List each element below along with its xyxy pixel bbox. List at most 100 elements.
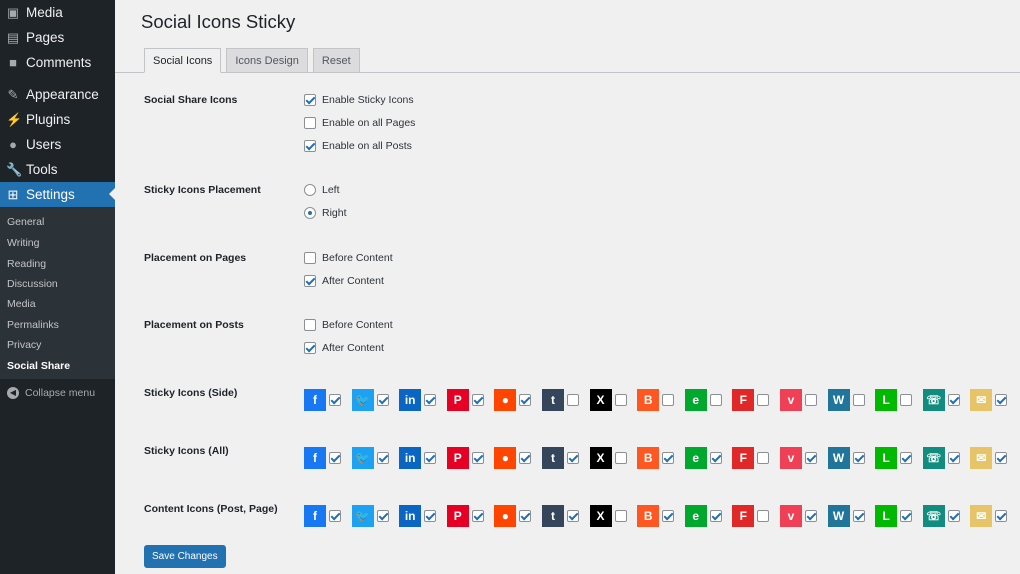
whatsapp-checkbox[interactable] (947, 394, 960, 406)
pages-after-content-checkbox[interactable] (304, 275, 316, 287)
menu-media[interactable]: ▣ Media (0, 0, 115, 25)
menu-tools[interactable]: 🔧 Tools (0, 157, 115, 182)
reddit-checkbox[interactable] (519, 452, 532, 464)
x-checkbox[interactable] (614, 510, 627, 522)
twitter-icon: 🐦 (351, 505, 374, 527)
tumblr-item: t (541, 447, 590, 469)
tab-social-icons[interactable]: Social Icons (144, 48, 222, 73)
facebook-checkbox[interactable] (329, 394, 341, 406)
whatsapp-checkbox[interactable] (947, 452, 960, 464)
reddit-checkbox[interactable] (519, 394, 532, 406)
pages-before-content-option[interactable]: Before Content (304, 252, 393, 264)
enable-all-pages-option[interactable]: Enable on all Pages (304, 117, 415, 129)
wordpress-checkbox[interactable] (852, 510, 865, 522)
flipboard-item: F (732, 389, 780, 411)
linkedin-checkbox[interactable] (424, 452, 437, 464)
twitter-checkbox[interactable] (376, 394, 389, 406)
x-checkbox[interactable] (614, 452, 627, 464)
evernote-item: e (684, 505, 733, 527)
placement-left-option[interactable]: Left (304, 184, 340, 196)
posts-before-content-option[interactable]: Before Content (304, 319, 393, 331)
wordpress-checkbox[interactable] (852, 394, 865, 406)
email-checkbox[interactable] (995, 510, 1008, 522)
pages-before-content-checkbox[interactable] (304, 252, 316, 264)
whatsapp-checkbox[interactable] (947, 510, 960, 522)
pocket-checkbox[interactable] (804, 452, 817, 464)
submenu-discussion[interactable]: Discussion (7, 278, 58, 290)
tumblr-icon: t (541, 389, 564, 411)
wordpress-item: W (827, 505, 876, 527)
submenu-media[interactable]: Media (7, 298, 36, 310)
posts-after-content-checkbox[interactable] (304, 342, 316, 354)
linkedin-checkbox[interactable] (424, 394, 437, 406)
flipboard-checkbox[interactable] (757, 394, 770, 406)
submenu-writing[interactable]: Writing (7, 237, 39, 249)
tab-reset[interactable]: Reset (312, 48, 360, 73)
enable-sticky-icons-checkbox[interactable] (304, 94, 316, 106)
twitter-checkbox[interactable] (376, 510, 389, 522)
facebook-checkbox[interactable] (329, 452, 341, 464)
enable-all-posts-checkbox[interactable] (304, 140, 316, 152)
evernote-checkbox[interactable] (709, 394, 722, 406)
tumblr-checkbox[interactable] (566, 394, 579, 406)
collapse-menu-button[interactable]: ◀ Collapse menu (7, 387, 95, 399)
pocket-checkbox[interactable] (804, 510, 817, 522)
menu-comments[interactable]: ■ Comments (0, 50, 115, 75)
enable-all-posts-option[interactable]: Enable on all Posts (304, 140, 412, 152)
blogger-checkbox[interactable] (662, 510, 675, 522)
whatsapp-icon: ☏ (922, 389, 945, 411)
flipboard-checkbox[interactable] (757, 452, 770, 464)
posts-after-content-option[interactable]: After Content (304, 342, 384, 354)
menu-plugins[interactable]: ⚡ Plugins (0, 107, 115, 132)
line-checkbox[interactable] (900, 394, 913, 406)
submenu-reading[interactable]: Reading (7, 258, 46, 270)
line-checkbox[interactable] (900, 452, 913, 464)
pinterest-checkbox[interactable] (471, 394, 484, 406)
tab-icons-design[interactable]: Icons Design (226, 48, 308, 73)
blogger-checkbox[interactable] (662, 394, 675, 406)
placement-left-radio[interactable] (304, 184, 316, 196)
menu-appearance[interactable]: ✎ Appearance (0, 82, 115, 107)
reddit-icon: ● (494, 389, 517, 411)
facebook-checkbox[interactable] (329, 510, 341, 522)
flipboard-checkbox[interactable] (757, 510, 770, 522)
save-changes-button[interactable]: Save Changes (144, 545, 226, 568)
users-icon: ● (9, 136, 17, 152)
placement-pages-label: Placement on Pages (144, 252, 247, 264)
posts-before-content-checkbox[interactable] (304, 319, 316, 331)
menu-settings[interactable]: ⊞ Settings (0, 182, 115, 207)
placement-right-option[interactable]: Right (304, 207, 347, 219)
email-checkbox[interactable] (995, 394, 1008, 406)
tumblr-checkbox[interactable] (566, 452, 579, 464)
blogger-checkbox[interactable] (662, 452, 675, 464)
menu-pages[interactable]: ▤ Pages (0, 25, 115, 50)
pinterest-checkbox[interactable] (471, 452, 484, 464)
submenu-privacy[interactable]: Privacy (7, 339, 41, 351)
evernote-checkbox[interactable] (709, 452, 722, 464)
reddit-checkbox[interactable] (519, 510, 532, 522)
email-checkbox[interactable] (995, 452, 1008, 464)
blogger-item: B (637, 389, 685, 411)
twitter-checkbox[interactable] (376, 452, 389, 464)
tumblr-item: t (541, 505, 590, 527)
submenu-permalinks[interactable]: Permalinks (7, 319, 59, 331)
evernote-checkbox[interactable] (709, 510, 722, 522)
pocket-checkbox[interactable] (804, 394, 817, 406)
enable-all-pages-checkbox[interactable] (304, 117, 316, 129)
submenu-social-share[interactable]: Social Share (7, 360, 70, 372)
pocket-icon: v (779, 447, 802, 469)
pages-after-content-option[interactable]: After Content (304, 275, 384, 287)
x-icon: X (589, 389, 612, 411)
x-checkbox[interactable] (614, 394, 627, 406)
enable-sticky-icons-option[interactable]: Enable Sticky Icons (304, 94, 414, 106)
linkedin-checkbox[interactable] (424, 510, 437, 522)
submenu-general[interactable]: General (7, 216, 44, 228)
placement-right-radio[interactable] (304, 207, 316, 219)
menu-users[interactable]: ● Users (0, 132, 115, 157)
tumblr-checkbox[interactable] (566, 510, 579, 522)
flipboard-icon: F (732, 389, 755, 411)
wordpress-checkbox[interactable] (852, 452, 865, 464)
line-checkbox[interactable] (900, 510, 913, 522)
pinterest-checkbox[interactable] (471, 510, 484, 522)
tumblr-icon: t (541, 447, 564, 469)
